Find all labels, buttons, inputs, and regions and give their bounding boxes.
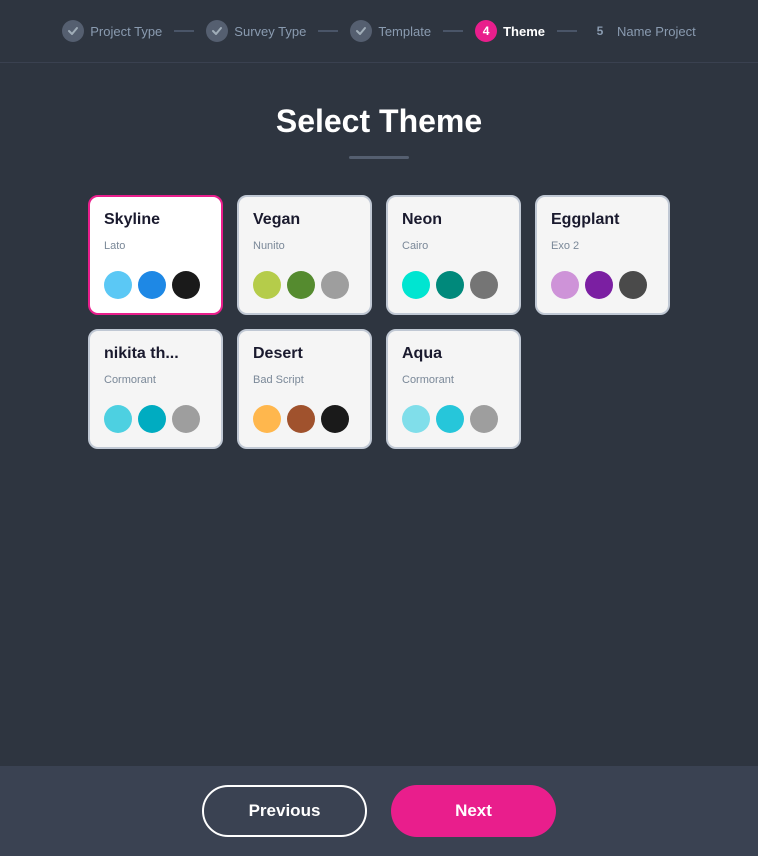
color-dot-eggplant-1: [585, 271, 613, 299]
step-template[interactable]: Template: [350, 20, 431, 42]
theme-font-neon: Cairo: [402, 240, 505, 252]
theme-card-vegan[interactable]: Vegan Nunito: [237, 195, 372, 315]
theme-colors-neon: [402, 271, 505, 299]
stepper: Project Type Survey Type Template 4 Theme 5 Na…: [0, 0, 758, 63]
theme-font-aqua: Cormorant: [402, 374, 505, 386]
theme-name-eggplant: Eggplant: [551, 211, 654, 229]
color-dot-aqua-1: [436, 405, 464, 433]
theme-colors-desert: [253, 405, 356, 433]
previous-button[interactable]: Previous: [202, 785, 367, 837]
color-dot-nikita-1: [138, 405, 166, 433]
step-label-theme: Theme: [503, 24, 545, 39]
step-project-type[interactable]: Project Type: [62, 20, 162, 42]
color-dot-eggplant-0: [551, 271, 579, 299]
theme-font-desert: Bad Script: [253, 374, 356, 386]
theme-card-skyline[interactable]: Skyline Lato: [88, 195, 223, 315]
color-dot-desert-0: [253, 405, 281, 433]
theme-name-neon: Neon: [402, 211, 505, 229]
step-icon-name-project: 5: [589, 20, 611, 42]
color-dot-desert-1: [287, 405, 315, 433]
step-theme[interactable]: 4 Theme: [475, 20, 545, 42]
theme-colors-eggplant: [551, 271, 654, 299]
next-button[interactable]: Next: [391, 785, 556, 837]
title-divider: [349, 156, 409, 159]
theme-card-neon[interactable]: Neon Cairo: [386, 195, 521, 315]
color-dot-eggplant-2: [619, 271, 647, 299]
step-name-project[interactable]: 5 Name Project: [589, 20, 696, 42]
step-label-template: Template: [378, 24, 431, 39]
theme-colors-vegan: [253, 271, 356, 299]
theme-font-eggplant: Exo 2: [551, 240, 654, 252]
step-label-survey-type: Survey Type: [234, 24, 306, 39]
step-icon-template: [350, 20, 372, 42]
color-dot-skyline-2: [172, 271, 200, 299]
step-divider: [174, 30, 194, 32]
step-label-name-project: Name Project: [617, 24, 696, 39]
step-survey-type[interactable]: Survey Type: [206, 20, 306, 42]
color-dot-skyline-1: [138, 271, 166, 299]
color-dot-vegan-1: [287, 271, 315, 299]
theme-name-vegan: Vegan: [253, 211, 356, 229]
color-dot-nikita-0: [104, 405, 132, 433]
theme-name-desert: Desert: [253, 345, 356, 363]
theme-card-desert[interactable]: Desert Bad Script: [237, 329, 372, 449]
color-dot-neon-1: [436, 271, 464, 299]
step-divider: [443, 30, 463, 32]
theme-font-skyline: Lato: [104, 240, 207, 252]
color-dot-aqua-0: [402, 405, 430, 433]
bottom-bar: Previous Next: [0, 766, 758, 856]
step-divider: [318, 30, 338, 32]
step-divider: [557, 30, 577, 32]
color-dot-nikita-2: [172, 405, 200, 433]
step-label-project-type: Project Type: [90, 24, 162, 39]
theme-name-skyline: Skyline: [104, 211, 207, 229]
theme-card-eggplant[interactable]: Eggplant Exo 2: [535, 195, 670, 315]
theme-colors-aqua: [402, 405, 505, 433]
main-content: Select Theme Skyline Lato Vegan Nunito Neon C…: [0, 63, 758, 766]
color-dot-vegan-2: [321, 271, 349, 299]
theme-name-nikita: nikita th...: [104, 345, 207, 363]
color-dot-desert-2: [321, 405, 349, 433]
theme-card-nikita[interactable]: nikita th... Cormorant: [88, 329, 223, 449]
theme-font-vegan: Nunito: [253, 240, 356, 252]
color-dot-neon-0: [402, 271, 430, 299]
color-dot-neon-2: [470, 271, 498, 299]
page-title: Select Theme: [276, 103, 482, 140]
step-icon-survey-type: [206, 20, 228, 42]
theme-colors-skyline: [104, 271, 207, 299]
step-icon-theme: 4: [475, 20, 497, 42]
theme-font-nikita: Cormorant: [104, 374, 207, 386]
color-dot-aqua-2: [470, 405, 498, 433]
theme-name-aqua: Aqua: [402, 345, 505, 363]
color-dot-skyline-0: [104, 271, 132, 299]
step-icon-project-type: [62, 20, 84, 42]
theme-grid: SkylineLatoVeganNunitoNeonCairoEggplantE…: [88, 195, 670, 449]
theme-card-aqua[interactable]: Aqua Cormorant: [386, 329, 521, 449]
theme-colors-nikita: [104, 405, 207, 433]
color-dot-vegan-0: [253, 271, 281, 299]
